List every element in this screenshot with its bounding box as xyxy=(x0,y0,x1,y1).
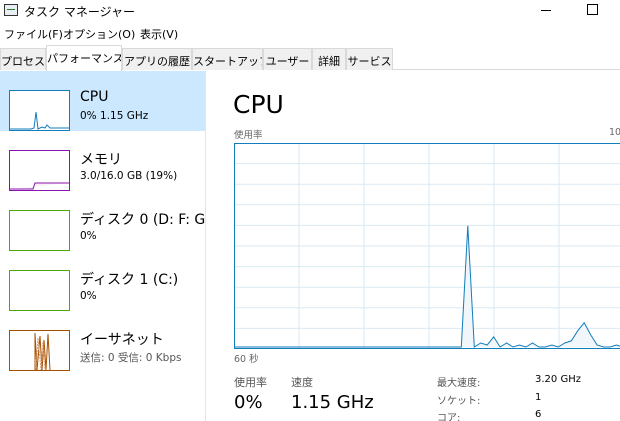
sidebar-item-name: CPU xyxy=(80,89,109,105)
tab-users[interactable]: ユーザー xyxy=(263,48,312,70)
tab-startup[interactable]: スタートアップ xyxy=(192,48,263,70)
memory-thumbnail-graph xyxy=(9,150,70,191)
graph-label: 使用率 xyxy=(234,130,263,141)
speed-value: 1.15 GHz xyxy=(291,392,374,413)
sidebar-item-disk-0[interactable]: ディスク 0 (D: F: G: H 0% xyxy=(0,191,205,251)
graph-max-label: 10 xyxy=(609,127,620,138)
menu-view[interactable]: 表示(V) xyxy=(140,26,178,42)
sidebar-item-cpu[interactable]: CPU 0% 1.15 GHz xyxy=(0,71,205,131)
utilization-label: 使用率 xyxy=(234,376,267,389)
max-speed-label: 最大速度: xyxy=(437,378,481,389)
page-title: CPU xyxy=(233,90,284,119)
disk-1-thumbnail-graph xyxy=(9,270,70,311)
title-bar: タスク マネージャー xyxy=(0,0,620,22)
sidebar-item-memory[interactable]: メモリ 3.0/16.0 GB (19%) xyxy=(0,131,205,191)
max-speed-value: 3.20 GHz xyxy=(535,374,581,385)
sidebar-item-name: イーサネット xyxy=(80,332,164,348)
sidebar-item-detail: 送信: 0 受信: 0 Kbps xyxy=(80,352,182,364)
sidebar-item-detail: 0% 1.15 GHz xyxy=(80,110,149,122)
menu-options[interactable]: オプション(O) xyxy=(63,26,135,42)
menu-bar: ファイル(F) オプション(O) 表示(V) xyxy=(0,22,620,42)
cpu-usage-chart xyxy=(234,143,620,349)
resource-sidebar: CPU 0% 1.15 GHz メモリ 3.0/16.0 GB (19%) ディ… xyxy=(0,71,206,421)
tab-app-history[interactable]: アプリの履歴 xyxy=(122,48,192,70)
performance-detail-panel: CPU 使用率 10 60 秒 使用率 0% 速度 1.15 GHz 最大速度:… xyxy=(207,71,620,421)
sidebar-item-detail: 0% xyxy=(80,230,97,242)
sidebar-item-ethernet[interactable]: イーサネット 送信: 0 受信: 0 Kbps xyxy=(0,311,205,371)
tab-bar: プロセス パフォーマンス アプリの履歴 スタートアップ ユーザー 詳細 サービス xyxy=(0,44,620,71)
cores-value: 6 xyxy=(535,409,542,420)
sockets-label: ソケット: xyxy=(437,396,481,407)
tab-details[interactable]: 詳細 xyxy=(312,48,346,70)
disk-0-thumbnail-graph xyxy=(9,210,70,251)
sidebar-item-detail: 3.0/16.0 GB (19%) xyxy=(80,170,178,182)
graph-time-label: 60 秒 xyxy=(234,354,259,365)
ethernet-thumbnail-graph xyxy=(9,330,70,371)
sidebar-item-disk-1[interactable]: ディスク 1 (C:) 0% xyxy=(0,251,205,311)
cpu-thumbnail-graph xyxy=(9,90,70,131)
sidebar-item-detail: 0% xyxy=(80,290,97,302)
cores-label: コア: xyxy=(437,413,461,421)
sidebar-item-name: ディスク 0 (D: F: G: H xyxy=(80,212,205,228)
speed-label: 速度 xyxy=(291,376,313,389)
sidebar-item-name: ディスク 1 (C:) xyxy=(80,272,179,288)
sockets-value: 1 xyxy=(535,392,542,403)
menu-file[interactable]: ファイル(F) xyxy=(4,26,63,42)
utilization-value: 0% xyxy=(234,392,263,413)
minimize-button[interactable] xyxy=(528,0,568,22)
task-manager-icon xyxy=(4,4,18,16)
tab-services[interactable]: サービス xyxy=(346,48,393,70)
tab-performance[interactable]: パフォーマンス xyxy=(46,45,122,71)
window-title: タスク マネージャー xyxy=(24,5,135,19)
maximize-button[interactable] xyxy=(576,0,616,22)
tab-processes[interactable]: プロセス xyxy=(0,48,46,70)
sidebar-item-name: メモリ xyxy=(80,152,122,168)
